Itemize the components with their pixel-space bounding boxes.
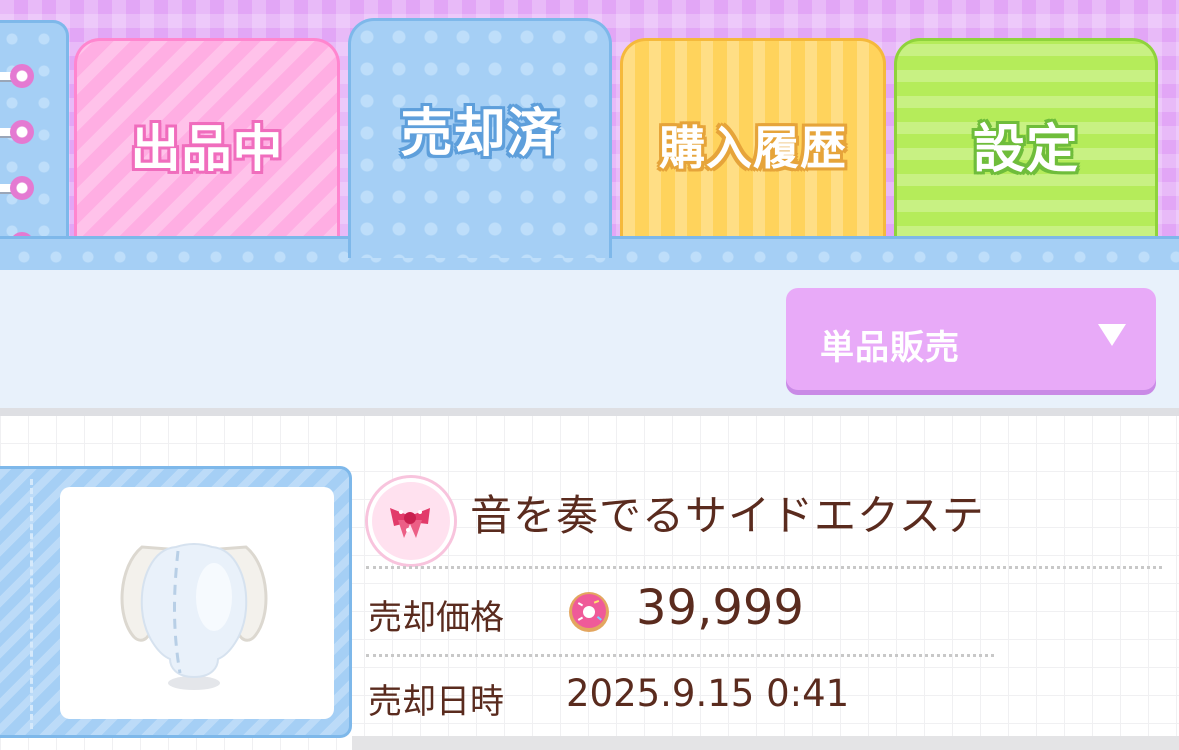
accessory-category-icon bbox=[368, 478, 454, 564]
binder-ring-icon bbox=[0, 175, 36, 201]
divider bbox=[0, 408, 1179, 416]
binder-ring-icon bbox=[0, 119, 36, 145]
date-value: 2025.9.15 0:41 bbox=[566, 672, 850, 715]
tab-header: 出品中 購入履歴 設定 売却済 bbox=[0, 0, 1179, 270]
sale-type-dropdown[interactable]: 単品販売 bbox=[786, 288, 1156, 390]
tab-label: 購入履歴 bbox=[659, 120, 847, 175]
tab-sold[interactable]: 売却済 bbox=[348, 18, 612, 258]
dropdown-selected-value: 単品販売 bbox=[820, 328, 960, 368]
date-label: 売却日時 bbox=[368, 682, 504, 722]
tab-listing[interactable]: 出品中 bbox=[74, 38, 340, 238]
divider bbox=[366, 654, 994, 657]
triangle-down-icon bbox=[1098, 324, 1126, 346]
item-name: 音を奏でるサイドエクステ bbox=[470, 491, 985, 540]
divider bbox=[366, 566, 1162, 569]
tab-settings[interactable]: 設定 bbox=[894, 38, 1158, 238]
item-card[interactable] bbox=[0, 466, 352, 738]
price-label: 売却価格 bbox=[368, 598, 504, 638]
binder-spine bbox=[0, 20, 69, 256]
side-hair-extension-image bbox=[120, 543, 268, 690]
tab-purchase-history[interactable]: 購入履歴 bbox=[620, 38, 886, 238]
divider bbox=[352, 736, 1179, 750]
card-stitch bbox=[30, 479, 33, 729]
price-value: 39,999 bbox=[636, 580, 804, 636]
tab-label: 売却済 bbox=[400, 104, 560, 164]
binder-ring-icon bbox=[0, 63, 36, 89]
bow-icon bbox=[390, 508, 430, 538]
item-image-frame bbox=[60, 487, 334, 719]
tab-label: 出品中 bbox=[130, 119, 284, 178]
donut-icon bbox=[569, 592, 609, 632]
tab-label: 設定 bbox=[972, 120, 1079, 180]
